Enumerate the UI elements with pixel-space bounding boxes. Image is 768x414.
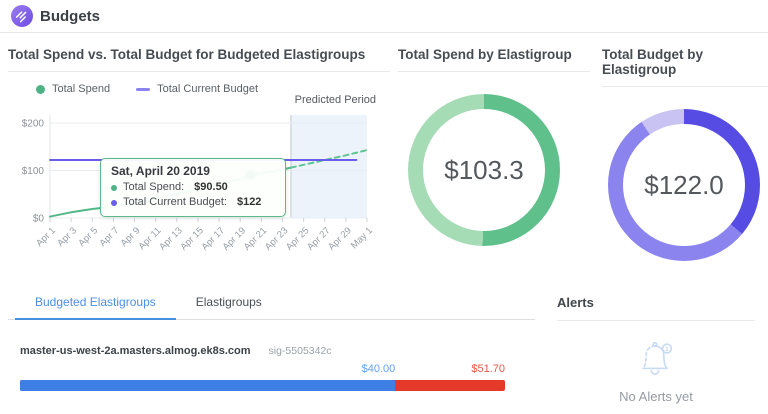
total-budget-donut-panel: Total Budget by Elastigroup $122.0 xyxy=(602,34,768,286)
tooltip-item-budget: Total Current Budget: $122 xyxy=(111,195,275,210)
total-spend-donut-panel: Total Spend by Elastigroup $103.3 xyxy=(398,34,590,286)
empty-alerts-illustration: 1 xyxy=(557,339,755,381)
tooltip-item-spend: Total Spend: $90.50 xyxy=(111,180,275,195)
tooltip-value: $90.50 xyxy=(194,180,228,195)
elastigroups-section: Budgeted Elastigroups Elastigroups maste… xyxy=(8,288,535,391)
svg-text:$0: $0 xyxy=(33,214,45,225)
divider xyxy=(398,71,590,72)
tooltip-date: Sat, April 20 2019 xyxy=(111,164,275,178)
total-budget-value: $122.0 xyxy=(644,170,724,201)
elastigroup-name[interactable]: master-us-west-2a.masters.almog.ek8s.com xyxy=(20,345,251,357)
legend-item-total-current-budget: Total Current Budget xyxy=(136,83,258,95)
donut-hole: $122.0 xyxy=(623,124,745,246)
spend-amount-label: $40.00 xyxy=(362,363,396,375)
legend-dot-icon xyxy=(36,85,45,94)
bell-icon: 1 xyxy=(632,339,680,381)
svg-text:Apr 7: Apr 7 xyxy=(98,225,122,249)
tooltip-bullet-icon xyxy=(111,200,117,206)
spend-donut-title: Total Spend by Elastigroup xyxy=(398,34,590,62)
budgets-page: Budgets Total Spend vs. Total Budget for… xyxy=(0,0,768,414)
tooltip-label: Total Spend: xyxy=(123,180,184,195)
bar-labels: $40.00 $51.70 xyxy=(20,363,505,378)
spend-vs-budget-title: Total Spend vs. Total Budget for Budgete… xyxy=(8,34,390,62)
chart-tooltip: Sat, April 20 2019 Total Spend: $90.50 T… xyxy=(100,158,286,217)
logo-stripes-icon xyxy=(11,5,33,27)
bell-badge-count: 1 xyxy=(665,346,669,353)
total-spend-value: $103.3 xyxy=(444,155,524,186)
elastigroup-row-header[interactable]: master-us-west-2a.masters.almog.ek8s.com… xyxy=(20,345,523,357)
spend-progress-fill xyxy=(20,380,395,391)
svg-text:Apr 1: Apr 1 xyxy=(34,225,58,249)
elastigroup-budget-bar-area: $40.00 $51.70 xyxy=(20,363,505,391)
divider xyxy=(557,320,755,321)
alerts-title: Alerts xyxy=(557,288,755,310)
no-alerts-text: No Alerts yet xyxy=(557,389,755,404)
predicted-period-label: Predicted Period xyxy=(295,94,376,106)
tab-bar: Budgeted Elastigroups Elastigroups xyxy=(8,288,535,320)
legend-label: Total Spend xyxy=(52,83,110,95)
budget-amount-label: $51.70 xyxy=(471,363,505,375)
page-title: Budgets xyxy=(40,8,100,25)
spotinst-logo-icon[interactable] xyxy=(11,5,33,27)
svg-text:Apr 5: Apr 5 xyxy=(76,225,100,249)
svg-text:$200: $200 xyxy=(22,119,45,130)
spend-donut-chart[interactable]: $103.3 xyxy=(408,94,560,246)
svg-text:Apr 3: Apr 3 xyxy=(55,225,79,249)
legend-label: Total Current Budget xyxy=(157,83,258,95)
spend-progress-bar xyxy=(20,380,505,391)
spend-vs-budget-panel: Total Spend vs. Total Budget for Budgete… xyxy=(8,34,390,286)
app-header: Budgets xyxy=(0,0,768,33)
spend-line-chart[interactable]: $0$100$200Apr 1Apr 3Apr 5Apr 7Apr 9Apr 1… xyxy=(8,110,390,286)
svg-text:Apr 29: Apr 29 xyxy=(326,225,354,253)
svg-text:$100: $100 xyxy=(22,166,45,177)
tab-budgeted-elastigroups[interactable]: Budgeted Elastigroups xyxy=(15,288,176,320)
budget-donut-title: Total Budget by Elastigroup xyxy=(602,34,768,77)
donut-hole: $103.3 xyxy=(423,109,545,231)
tooltip-label: Total Current Budget: xyxy=(123,195,227,210)
legend-dash-icon xyxy=(136,88,150,91)
divider xyxy=(8,71,390,72)
tooltip-value: $122 xyxy=(237,195,261,210)
divider xyxy=(602,86,768,87)
legend-item-total-spend: Total Spend xyxy=(36,83,110,95)
tab-elastigroups[interactable]: Elastigroups xyxy=(176,288,282,320)
svg-text:May 1: May 1 xyxy=(349,225,375,251)
tooltip-bullet-icon xyxy=(111,185,117,191)
elastigroup-sig-id: sig-5505342c xyxy=(269,345,332,357)
alerts-panel: Alerts 1 No Alerts yet xyxy=(557,288,755,404)
budget-donut-chart[interactable]: $122.0 xyxy=(608,109,760,261)
chart-legend: Total Spend Total Current Budget xyxy=(36,83,258,95)
